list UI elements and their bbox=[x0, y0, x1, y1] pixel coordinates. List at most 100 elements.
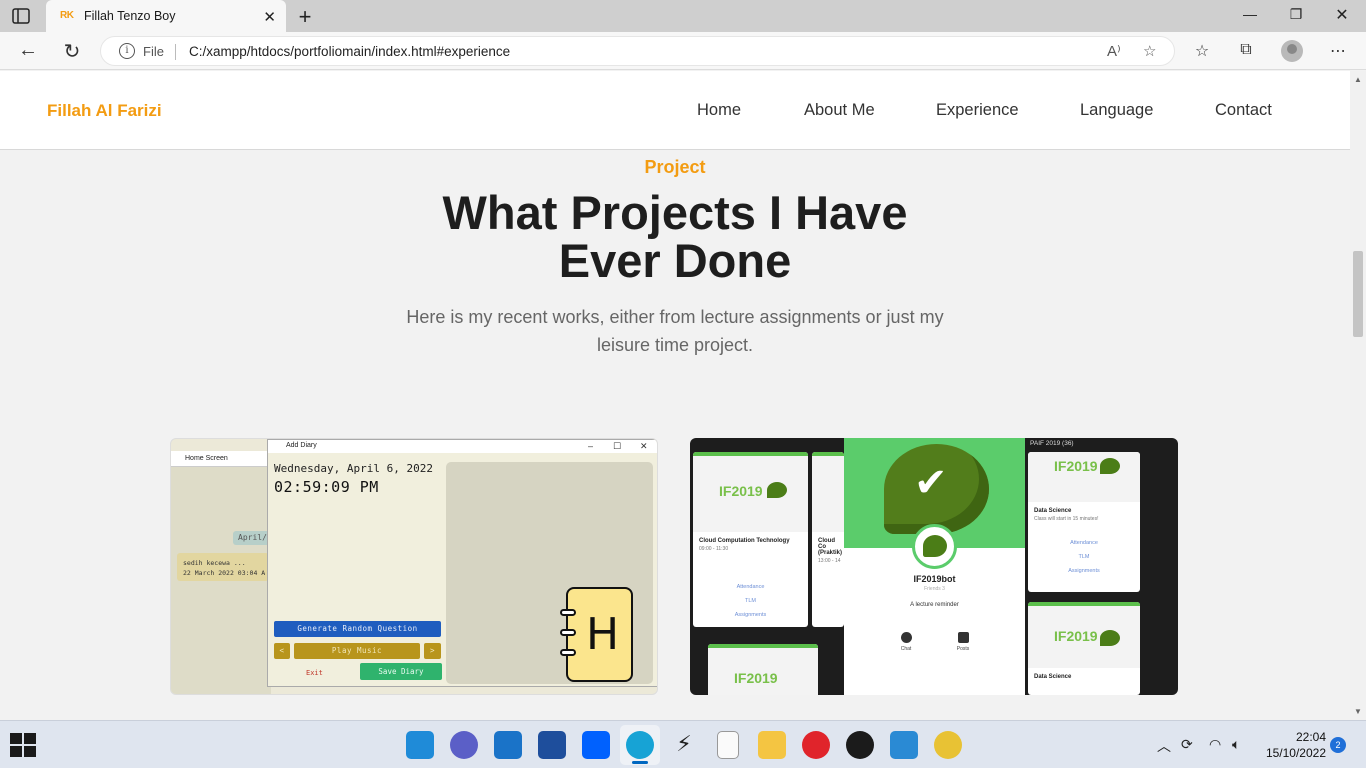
vscode-icon[interactable] bbox=[890, 731, 918, 759]
address-bar[interactable]: i File C:/xampp/htdocs/portfoliomain/ind… bbox=[100, 36, 1175, 66]
reload-icon[interactable]: ↻ bbox=[60, 39, 84, 64]
widgets-icon[interactable] bbox=[406, 731, 434, 759]
group-header: PAIF 2019 (36) bbox=[1030, 440, 1074, 447]
bot-message-card-3: IF2019 bbox=[708, 644, 818, 695]
file-icon[interactable] bbox=[717, 731, 739, 759]
app-icon[interactable]: ⚡ bbox=[670, 731, 698, 759]
diary-logo-letter: H bbox=[586, 609, 620, 660]
entry-text: sedih kecewa ... bbox=[183, 559, 246, 567]
explorer-icon[interactable] bbox=[758, 731, 786, 759]
read-aloud-icon[interactable]: A⁾ bbox=[1107, 42, 1121, 60]
maximize-icon[interactable]: ❐ bbox=[1286, 6, 1306, 23]
page-scrollbar[interactable]: ▲ ▼ bbox=[1350, 71, 1366, 720]
bot-name: IF2019bot bbox=[913, 574, 956, 584]
maximize-icon: ☐ bbox=[613, 441, 622, 451]
scrollbar-thumb[interactable] bbox=[1353, 251, 1363, 337]
wifi-icon[interactable]: ◠ bbox=[1209, 736, 1221, 753]
scroll-up-icon[interactable]: ▲ bbox=[1354, 75, 1362, 84]
collections-icon[interactable]: ⧉ bbox=[1235, 41, 1257, 59]
check-icon: ✔ bbox=[914, 461, 948, 505]
attendance-link: Attendance bbox=[1070, 540, 1098, 546]
tab-actions-icon[interactable] bbox=[12, 8, 30, 24]
next-track-button: > bbox=[424, 643, 441, 659]
game-icon[interactable] bbox=[846, 731, 874, 759]
project-card-if2019bot[interactable]: IF2019 Cloud Computation Technology 09:0… bbox=[690, 438, 1178, 695]
bot-avatar bbox=[912, 524, 957, 569]
binder-ring bbox=[560, 649, 576, 656]
leaf-icon bbox=[1100, 630, 1120, 646]
tab-title: Fillah Tenzo Boy bbox=[84, 9, 176, 23]
dropbox-icon[interactable] bbox=[582, 731, 610, 759]
site-header: Fillah Al Farizi Home About Me Experienc… bbox=[0, 71, 1350, 150]
opera-icon[interactable] bbox=[802, 731, 830, 759]
close-icon: ✕ bbox=[640, 441, 648, 451]
new-tab-icon[interactable]: + bbox=[294, 4, 316, 30]
edge-icon[interactable] bbox=[626, 731, 654, 759]
chat-action: Chat bbox=[891, 632, 921, 652]
mail-icon[interactable] bbox=[494, 731, 522, 759]
leaf-icon bbox=[767, 482, 787, 498]
home-screen-titlebar: Home Screen bbox=[171, 451, 271, 467]
site-brand[interactable]: Fillah Al Farizi bbox=[47, 101, 162, 121]
clock-date: 15/10/2022 bbox=[1265, 746, 1326, 760]
binder-ring bbox=[560, 609, 576, 616]
bot-profile: ✔ IF2019bot Friends 3 A lecture reminder… bbox=[844, 438, 1025, 695]
class-time: 13:00 - 14 bbox=[818, 558, 841, 564]
notification-badge[interactable]: 2 bbox=[1330, 737, 1346, 753]
bot-banner: IF2019 bbox=[693, 456, 808, 532]
windows-start-icon[interactable] bbox=[10, 733, 36, 757]
posts-action: Posts bbox=[948, 632, 978, 652]
posts-label: Posts bbox=[956, 646, 970, 652]
diary-logo: H bbox=[560, 587, 633, 682]
nav-home[interactable]: Home bbox=[697, 101, 741, 120]
minimize-icon[interactable]: — bbox=[1240, 6, 1260, 22]
heading-line-1: What Projects I Have bbox=[442, 186, 908, 239]
sync-icon[interactable]: ⟳ bbox=[1181, 736, 1193, 753]
more-icon[interactable]: ⋯ bbox=[1327, 41, 1349, 61]
diary-date: Wednesday, April 6, 2022 bbox=[274, 462, 433, 475]
favorites-icon[interactable]: ☆ bbox=[1191, 41, 1213, 61]
assignments-link: Assignments bbox=[734, 612, 767, 618]
browser-tab[interactable]: RK Fillah Tenzo Boy ✕ bbox=[46, 0, 286, 32]
heading-line-2: Ever Done bbox=[558, 234, 792, 287]
info-icon[interactable]: i bbox=[119, 43, 135, 59]
bot-logo-text: IF2019 bbox=[1054, 458, 1098, 474]
scroll-down-icon[interactable]: ▼ bbox=[1354, 707, 1362, 716]
nav-experience[interactable]: Experience bbox=[936, 101, 1019, 120]
nav-language[interactable]: Language bbox=[1080, 101, 1153, 120]
bot-banner: IF2019 bbox=[708, 648, 818, 695]
generate-question-button: Generate Random Question bbox=[274, 621, 441, 637]
volume-icon[interactable]: 🔈︎ bbox=[1232, 736, 1240, 753]
description-line-2: leisure time project. bbox=[596, 335, 754, 355]
chevron-up-icon[interactable]: ︿ bbox=[1157, 736, 1171, 756]
window-close-icon[interactable]: ✕ bbox=[1332, 5, 1352, 25]
class-title: Cloud Co (Praktik) bbox=[818, 538, 843, 556]
store-icon[interactable] bbox=[538, 731, 566, 759]
diary-home-screen: Home Screen April/2 sedih kecewa ... 22 … bbox=[171, 451, 273, 694]
back-icon[interactable]: ← bbox=[16, 39, 40, 62]
data-science-card: IF2019 Data Science Class will start in … bbox=[1028, 452, 1140, 592]
taskbar-clock[interactable]: 22:04 15/10/2022 bbox=[1262, 729, 1326, 761]
ds-title: Data Science bbox=[1034, 674, 1072, 680]
project-card-diary[interactable]: Home Screen April/2 sedih kecewa ... 22 … bbox=[170, 438, 658, 695]
tlm-link: TLM bbox=[1078, 554, 1090, 560]
browser-toolbar: ← ↻ i File C:/xampp/htdocs/portfoliomain… bbox=[0, 32, 1366, 70]
profile-icon[interactable] bbox=[1281, 40, 1303, 62]
prev-track-button: < bbox=[274, 643, 290, 659]
add-diary-titlebar: Add Diary bbox=[268, 440, 657, 453]
close-icon[interactable]: ✕ bbox=[263, 8, 276, 26]
meet-icon[interactable] bbox=[450, 731, 478, 759]
nav-about-me[interactable]: About Me bbox=[804, 101, 875, 120]
leaf-icon bbox=[1100, 458, 1120, 474]
section-eyebrow: Project bbox=[644, 157, 706, 177]
attendance-link: Attendance bbox=[736, 584, 765, 590]
class-title: Cloud Computation Technology bbox=[699, 538, 790, 544]
section-description: Here is my recent works, either from lec… bbox=[400, 303, 950, 359]
chrome-icon[interactable] bbox=[934, 731, 962, 759]
add-favorite-icon[interactable]: ☆ bbox=[1143, 42, 1156, 60]
home-diary-entry: sedih kecewa ... 22 March 2022 03:04 A bbox=[177, 553, 269, 581]
address-url[interactable]: C:/xampp/htdocs/portfoliomain/index.html… bbox=[189, 44, 510, 59]
page-viewport: Fillah Al Farizi Home About Me Experienc… bbox=[0, 71, 1350, 720]
ds-subtitle: Class will start in 15 minutes! bbox=[1034, 516, 1099, 522]
nav-contact[interactable]: Contact bbox=[1215, 101, 1272, 120]
